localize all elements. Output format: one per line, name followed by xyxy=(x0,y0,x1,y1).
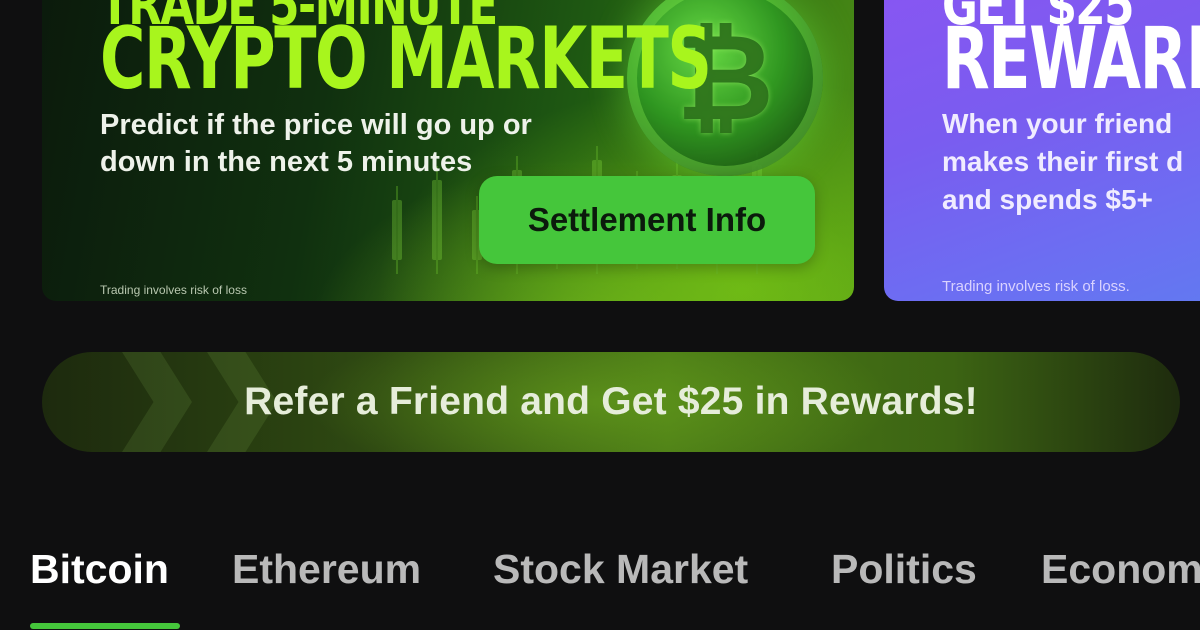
rewards-title-line2: REWARDS xyxy=(942,9,1200,109)
settlement-info-button[interactable]: Settlement Info xyxy=(479,176,815,264)
tab-economics[interactable]: Econom xyxy=(1041,546,1200,593)
category-tabs: Bitcoin Ethereum Stock Market Politics E… xyxy=(0,528,1200,630)
refer-friend-banner[interactable]: Refer a Friend and Get $25 in Rewards! xyxy=(42,352,1180,452)
promo-subtitle: Predict if the price will go up or down … xyxy=(100,109,532,178)
rewards-subtitle-line: When your friend xyxy=(942,108,1173,139)
risk-disclaimer: Trading involves risk of loss xyxy=(100,283,247,297)
tab-stock-market[interactable]: Stock Market xyxy=(493,546,748,593)
tab-politics[interactable]: Politics xyxy=(831,546,977,593)
rewards-subtitle: When your friend makes their first d and… xyxy=(942,105,1200,219)
refer-friend-label: Refer a Friend and Get $25 in Rewards! xyxy=(244,380,978,423)
promo-title-line2: CRYPTO MARKETS xyxy=(100,9,712,109)
tab-ethereum[interactable]: Ethereum xyxy=(232,546,421,593)
rewards-subtitle-line: and spends $5+ xyxy=(942,184,1153,215)
promo-card-rewards[interactable]: GET $25 REWARDS When your friend makes t… xyxy=(884,0,1200,301)
app-screen: ₿ TRADE 5-MINUTE CRYPTO MARKETS Predict … xyxy=(0,0,1200,630)
promo-card-crypto-markets[interactable]: ₿ TRADE 5-MINUTE CRYPTO MARKETS Predict … xyxy=(42,0,854,301)
rewards-subtitle-line: makes their first d xyxy=(942,146,1184,177)
tab-bitcoin[interactable]: Bitcoin xyxy=(30,546,169,593)
risk-disclaimer: Trading involves risk of loss. xyxy=(942,278,1130,295)
active-tab-indicator xyxy=(30,623,180,629)
